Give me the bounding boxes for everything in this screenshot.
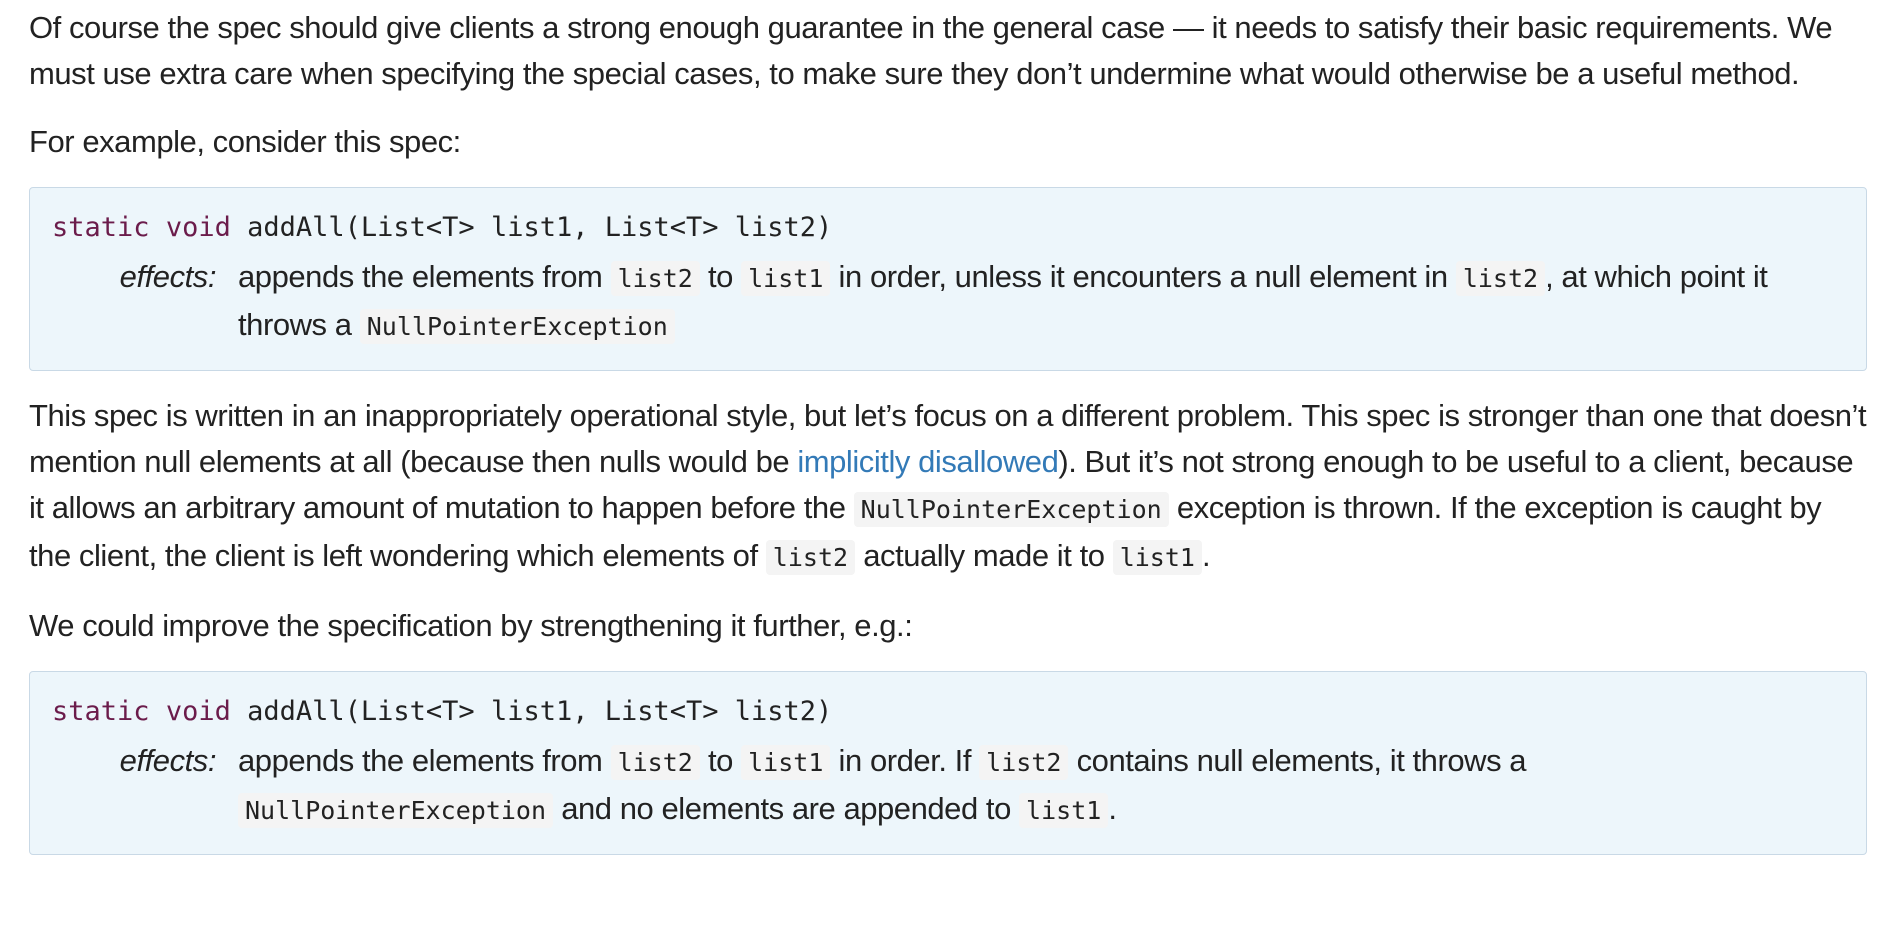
inline-code: list1 bbox=[741, 745, 831, 780]
signature-text: addAll(List<T> list1, List<T> list2) bbox=[247, 212, 833, 243]
effects-text-part: contains null elements, it throws a bbox=[1068, 743, 1527, 778]
inline-code: list2 bbox=[1455, 261, 1546, 296]
effects-clause: effects: appends the elements from list2… bbox=[52, 738, 1844, 834]
inline-code: list1 bbox=[741, 261, 831, 296]
inline-code: list2 bbox=[765, 540, 856, 575]
paragraph-general-case: Of course the spec should give clients a… bbox=[29, 10, 1833, 91]
signature-text: addAll(List<T> list1, List<T> list2) bbox=[247, 696, 833, 727]
inline-code: NullPointerException bbox=[853, 492, 1169, 527]
effects-text-part: . bbox=[1108, 791, 1117, 826]
inline-code: list1 bbox=[1112, 540, 1202, 575]
keyword-static: static bbox=[52, 212, 150, 243]
effects-text-part: appends the elements from bbox=[238, 743, 611, 778]
method-signature: static void addAll(List<T> list1, List<T… bbox=[52, 690, 1844, 734]
effects-text-part: in order. If bbox=[830, 743, 980, 778]
inline-code: NullPointerException bbox=[359, 309, 675, 344]
inline-code: NullPointerException bbox=[238, 793, 554, 828]
effects-text: appends the elements from list2 to list1… bbox=[238, 738, 1844, 834]
effects-text-part: to bbox=[699, 259, 742, 294]
inline-code: list2 bbox=[979, 745, 1069, 780]
implicitly-disallowed-link[interactable]: implicitly disallowed bbox=[797, 444, 1058, 479]
paragraph-improve-spec: We could improve the specification by st… bbox=[29, 608, 913, 643]
paragraph-operational-style: This spec is written in an inappropriate… bbox=[29, 393, 1867, 581]
paragraph-text-part: . bbox=[1201, 538, 1211, 573]
document-body: Of course the spec should give clients a… bbox=[0, 5, 1885, 855]
effects-text-part: appends the elements from bbox=[238, 259, 611, 294]
paragraph-text-part: actually made it to bbox=[855, 538, 1113, 573]
inline-code: list2 bbox=[610, 261, 700, 296]
paragraph-example-intro: For example, consider this spec: bbox=[29, 124, 461, 159]
effects-text-part: and no elements are appended to bbox=[553, 791, 1020, 826]
effects-text-part: to bbox=[699, 743, 742, 778]
keyword-void: void bbox=[165, 212, 231, 243]
inline-code: list1 bbox=[1019, 793, 1109, 828]
effects-label: effects: bbox=[119, 259, 217, 294]
effects-text: appends the elements from list2 to list1… bbox=[238, 254, 1844, 350]
effects-clause: effects: appends the elements from list2… bbox=[52, 254, 1844, 350]
spec-block-2: static void addAll(List<T> list1, List<T… bbox=[29, 671, 1867, 855]
keyword-static: static bbox=[52, 696, 150, 727]
method-signature: static void addAll(List<T> list1, List<T… bbox=[52, 206, 1844, 250]
spec-block-1: static void addAll(List<T> list1, List<T… bbox=[29, 187, 1867, 371]
keyword-void: void bbox=[165, 696, 231, 727]
effects-text-part: in order, unless it encounters a null el… bbox=[830, 259, 1456, 294]
effects-label: effects: bbox=[119, 743, 217, 778]
inline-code: list2 bbox=[610, 745, 700, 780]
